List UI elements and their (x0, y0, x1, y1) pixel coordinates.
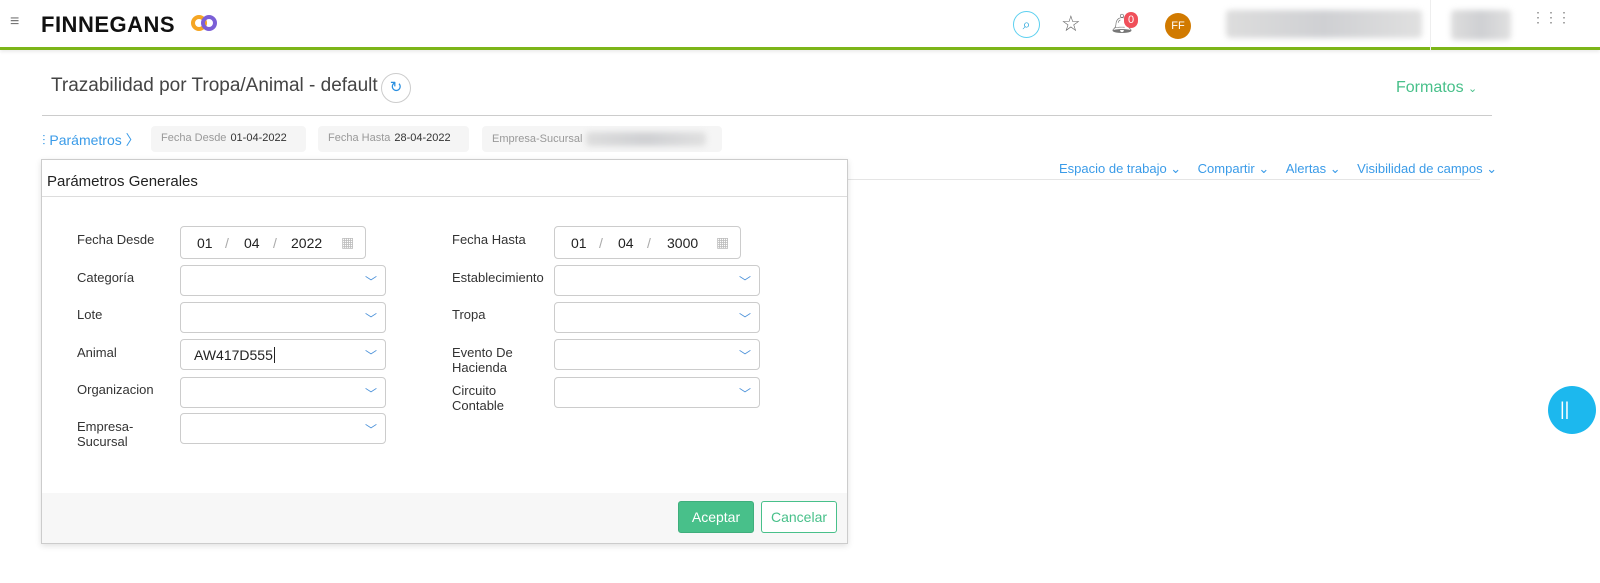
brand-logo-mark-icon (190, 14, 218, 32)
page-title: Trazabilidad por Tropa/Animal - default (51, 75, 378, 96)
chevron-down-icon: ﹀ (364, 387, 377, 401)
refresh-icon: ↻ (389, 79, 403, 96)
field-visibility-menu[interactable]: Visibilidad de campos ⌄ (1357, 161, 1497, 176)
establecimiento-label: Establecimiento (452, 270, 544, 285)
chevron-down-icon: ﹀ (364, 423, 377, 437)
formats-dropdown[interactable]: Formatos ⌄ (1396, 79, 1477, 97)
formats-label: Formatos (1396, 79, 1464, 96)
divider (42, 115, 1492, 116)
categoria-select[interactable]: ﹀ (180, 265, 386, 296)
categoria-label: Categoría (77, 270, 135, 285)
fecha-desde-input[interactable]: 01/ 04/ 2022 ▦ (180, 226, 366, 259)
lote-label: Lote (77, 307, 103, 322)
modal-footer: Aceptar Cancelar (42, 493, 847, 543)
chevron-down-icon: ﹀ (738, 275, 751, 289)
workspace-menu[interactable]: Espacio de trabajo ⌄ (1059, 161, 1181, 176)
alerts-menu[interactable]: Alertas ⌄ (1286, 161, 1341, 176)
animal-label: Animal (77, 345, 117, 360)
chevron-down-icon: ﹀ (738, 312, 751, 326)
establecimiento-select[interactable]: ﹀ (554, 265, 760, 296)
accept-button[interactable]: Aceptar (678, 501, 754, 533)
user-info-redacted (1226, 10, 1422, 38)
chevron-down-icon: ﹀ (364, 312, 377, 326)
modal-title: Parámetros Generales (47, 173, 198, 190)
star-icon[interactable]: ☆ (1061, 11, 1081, 37)
top-bar: ≡ FINNEGANS ⌕ ☆ 🔔︎ 0 FF ⋮⋮⋮ (0, 0, 1600, 50)
chip-value: 01-04-2022 (230, 132, 287, 144)
organizacion-select[interactable]: ﹀ (180, 377, 386, 408)
parameters-modal: Parámetros Generales Fecha Desde 01/ 04/… (41, 159, 848, 544)
toolbar: Espacio de trabajo ⌄ Compartir ⌄ Alertas… (1059, 160, 1497, 178)
calendar-icon[interactable]: ▦ (716, 234, 729, 251)
search-icon[interactable]: ⌕ (1013, 11, 1040, 38)
chevron-down-icon: ﹀ (738, 387, 751, 401)
lote-select[interactable]: ﹀ (180, 302, 386, 333)
chip-fecha-hasta[interactable]: Fecha Hasta 28-04-2022 (318, 126, 469, 152)
animal-select[interactable]: AW417D555 ﹀ (180, 339, 386, 370)
redacted-value (586, 132, 707, 146)
evento-hacienda-label: Evento De Hacienda (452, 345, 513, 375)
divider (42, 196, 847, 197)
chevron-down-icon: ⌄ (1468, 83, 1478, 95)
chip-empresa-sucursal[interactable]: Empresa-Sucursal (482, 126, 722, 152)
hamburger-menu-icon[interactable]: ≡ (10, 13, 19, 31)
chevron-down-icon: ﹀ (738, 349, 751, 363)
empresa-sucursal-label: Empresa-Sucursal (77, 419, 134, 449)
animal-value: AW417D555 (194, 347, 275, 363)
organizacion-label: Organizacion (77, 382, 154, 397)
parameters-label: Parámetros (49, 132, 122, 148)
chevron-down-icon: ﹀ (364, 349, 377, 363)
fecha-hasta-label: Fecha Hasta (452, 232, 526, 247)
chip-label: Empresa-Sucursal (492, 132, 583, 145)
apps-grid-icon[interactable]: ⋮⋮⋮ (1531, 10, 1571, 24)
circuito-contable-select[interactable]: ﹀ (554, 377, 760, 408)
brand-logo: FINNEGANS (41, 12, 176, 37)
tropa-label: Tropa (452, 307, 486, 322)
chip-value: 28-04-2022 (394, 132, 451, 144)
side-panel-toggle[interactable]: || (1548, 386, 1596, 434)
tropa-select[interactable]: ﹀ (554, 302, 760, 333)
calendar-icon[interactable]: ▦ (341, 234, 354, 251)
chip-label: Fecha Desde (161, 132, 227, 144)
cancel-button[interactable]: Cancelar (761, 501, 837, 533)
evento-hacienda-select[interactable]: ﹀ (554, 339, 760, 370)
refresh-button[interactable]: ↻ (381, 73, 411, 103)
fecha-hasta-input[interactable]: 01/ 04/ 3000 ▦ (554, 226, 741, 259)
sliders-icon: ⫶ (42, 132, 46, 148)
notification-badge: 0 (1124, 12, 1138, 28)
user-avatar[interactable]: FF (1165, 13, 1191, 39)
empresa-sucursal-select[interactable]: ﹀ (180, 413, 386, 444)
share-menu[interactable]: Compartir ⌄ (1198, 161, 1270, 176)
chip-fecha-desde[interactable]: Fecha Desde 01-04-2022 (151, 126, 306, 152)
parameters-toggle[interactable]: ⫶ Parámetros 〉 (42, 130, 140, 150)
divider (848, 179, 1480, 180)
fecha-desde-label: Fecha Desde (77, 232, 155, 247)
chevron-down-icon: ﹀ (364, 275, 377, 289)
company-logo-redacted (1451, 10, 1511, 40)
chip-label: Fecha Hasta (328, 132, 391, 144)
circuito-contable-label: Circuito Contable (452, 383, 505, 413)
divider (1430, 0, 1431, 50)
